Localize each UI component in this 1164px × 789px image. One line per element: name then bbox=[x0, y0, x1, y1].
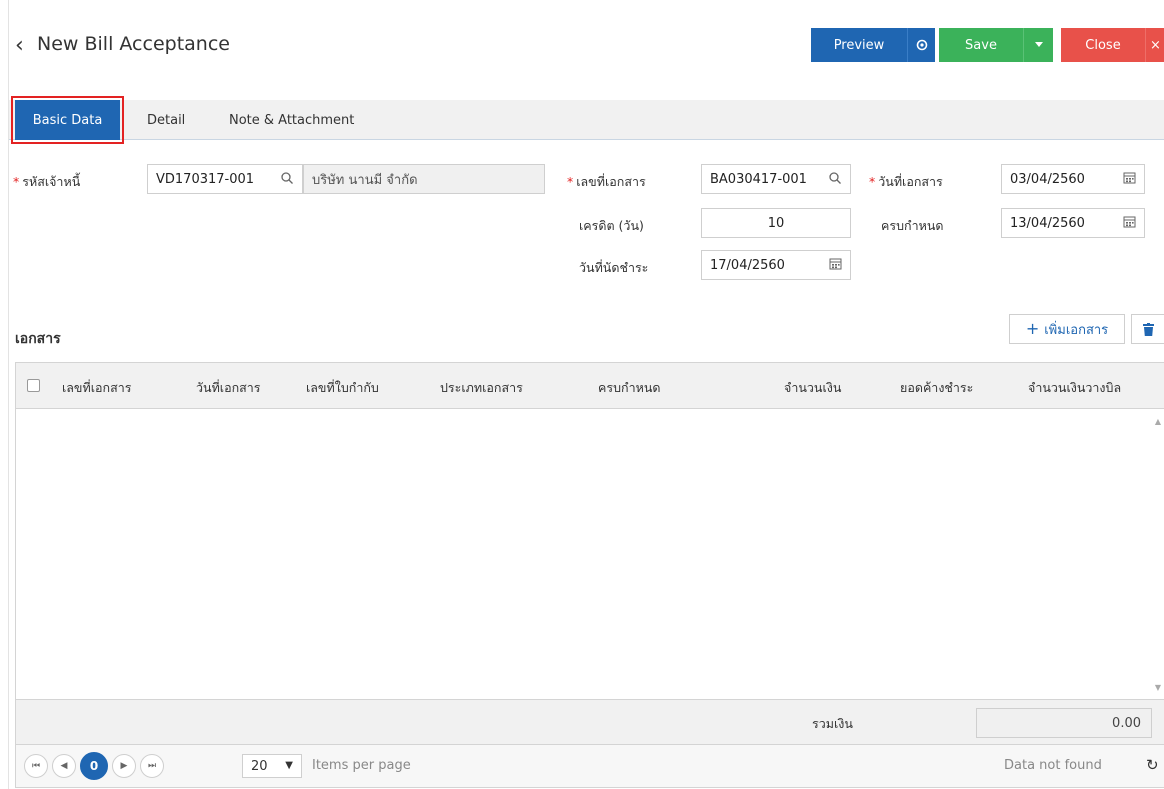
due-date-field[interactable]: 13/04/2560 bbox=[1001, 208, 1145, 238]
calendar-icon[interactable] bbox=[829, 257, 842, 270]
total-label: รวมเงิน bbox=[812, 716, 853, 731]
grid-total-row: รวมเงิน 0.00 bbox=[16, 699, 1164, 745]
doc-no-field[interactable]: BA030417-001 bbox=[701, 164, 851, 194]
scroll-down-arrow-icon[interactable]: ▼ bbox=[1155, 683, 1161, 692]
col-header-billing-amount[interactable]: จำนวนเงินวางบิล bbox=[1028, 378, 1121, 398]
select-all-checkbox[interactable] bbox=[27, 379, 40, 392]
col-header-amount[interactable]: จำนวนเงิน bbox=[784, 378, 841, 398]
preview-button-label: Preview bbox=[833, 37, 885, 53]
doc-no-label: * เลขที่เอกสาร bbox=[567, 174, 646, 189]
creditor-code-field[interactable]: VD170317-001 bbox=[147, 164, 303, 194]
close-button[interactable]: Close bbox=[1061, 28, 1145, 62]
current-page-number: 0 bbox=[89, 759, 99, 773]
refresh-icon[interactable]: ↻ bbox=[1146, 756, 1159, 774]
items-per-page-label: Items per page bbox=[312, 758, 411, 773]
due-date-label: ครบกำหนด bbox=[881, 218, 944, 233]
total-amount-value: 0.00 bbox=[1112, 715, 1141, 731]
col-header-tax-invoice-no[interactable]: เลขที่ใบกำกับ bbox=[306, 378, 379, 398]
payment-date-field[interactable]: 17/04/2560 bbox=[701, 250, 851, 280]
grid-pager: ⏮ ◀ 0 ▶ ⏭ 20 ▼ Items per page Data not f… bbox=[16, 745, 1164, 787]
add-document-button[interactable]: + เพิ่มเอกสาร bbox=[1009, 314, 1125, 344]
save-dropdown-button[interactable] bbox=[1023, 28, 1053, 62]
grid-scrollbar[interactable] bbox=[1150, 409, 1164, 699]
documents-section-title: เอกสาร bbox=[15, 331, 61, 347]
close-x-button[interactable]: × bbox=[1145, 28, 1164, 62]
tab-highlight-frame bbox=[11, 96, 124, 144]
caret-down-icon: ▼ bbox=[285, 760, 293, 771]
tab-detail[interactable]: Detail bbox=[147, 100, 185, 140]
col-header-outstanding[interactable]: ยอดค้างชำระ bbox=[900, 378, 973, 398]
doc-date-label: * วันที่เอกสาร bbox=[869, 174, 943, 189]
search-icon[interactable] bbox=[280, 171, 294, 185]
prev-page-icon: ◀ bbox=[60, 761, 68, 771]
doc-no-value: BA030417-001 bbox=[710, 171, 807, 187]
back-chevron-icon[interactable]: ‹ bbox=[15, 35, 24, 57]
grid-header: เลขที่เอกสาร วันที่เอกสาร เลขที่ใบกำกับ … bbox=[16, 363, 1164, 409]
creditor-name-value: บริษัท นานมี จำกัด bbox=[312, 172, 418, 188]
first-page-button[interactable]: ⏮ bbox=[24, 754, 48, 778]
page-size-select[interactable]: 20 ▼ bbox=[242, 754, 302, 778]
next-page-button[interactable]: ▶ bbox=[112, 754, 136, 778]
page-header: ‹ New Bill Acceptance Preview Save Close… bbox=[9, 0, 1164, 92]
tab-bar: Detail Note & Attachment bbox=[9, 100, 1164, 140]
page-title: New Bill Acceptance bbox=[37, 33, 230, 55]
save-button[interactable]: Save bbox=[939, 28, 1023, 62]
page-size-value: 20 bbox=[251, 758, 268, 774]
prev-page-button[interactable]: ◀ bbox=[52, 754, 76, 778]
last-page-icon: ⏭ bbox=[147, 761, 157, 771]
delete-document-button[interactable] bbox=[1131, 314, 1164, 344]
calendar-icon[interactable] bbox=[1123, 171, 1136, 184]
creditor-code-label: * รหัสเจ้าหนี้ bbox=[13, 174, 81, 189]
credit-days-value: 10 bbox=[767, 215, 785, 231]
documents-grid: เลขที่เอกสาร วันที่เอกสาร เลขที่ใบกำกับ … bbox=[15, 362, 1164, 788]
payment-date-label: วันที่นัดชำระ bbox=[579, 260, 649, 275]
first-page-icon: ⏮ bbox=[31, 761, 41, 771]
save-button-label: Save bbox=[965, 37, 997, 53]
payment-date-value: 17/04/2560 bbox=[710, 257, 785, 273]
page: ‹ New Bill Acceptance Preview Save Close… bbox=[8, 0, 1164, 789]
preview-eye-button[interactable] bbox=[907, 28, 935, 62]
due-date-value: 13/04/2560 bbox=[1010, 215, 1085, 231]
doc-date-field[interactable]: 03/04/2560 bbox=[1001, 164, 1145, 194]
col-header-doc-no[interactable]: เลขที่เอกสาร bbox=[62, 378, 131, 398]
eye-icon bbox=[916, 39, 927, 51]
search-icon[interactable] bbox=[828, 171, 842, 185]
credit-days-label: เครดิต (วัน) bbox=[579, 218, 644, 233]
scroll-up-arrow-icon[interactable]: ▲ bbox=[1155, 417, 1161, 426]
creditor-code-value: VD170317-001 bbox=[156, 171, 255, 187]
tab-note-attachment[interactable]: Note & Attachment bbox=[229, 100, 354, 140]
credit-days-field[interactable]: 10 bbox=[701, 208, 851, 238]
col-header-doc-date[interactable]: วันที่เอกสาร bbox=[196, 378, 261, 398]
doc-date-value: 03/04/2560 bbox=[1010, 171, 1085, 187]
creditor-name-field: บริษัท นานมี จำกัด bbox=[303, 164, 545, 194]
add-document-label: เพิ่มเอกสาร bbox=[1044, 322, 1109, 338]
total-amount-field: 0.00 bbox=[976, 708, 1152, 738]
last-page-button[interactable]: ⏭ bbox=[140, 754, 164, 778]
trash-icon bbox=[1142, 322, 1154, 336]
data-status-text: Data not found bbox=[1004, 758, 1102, 773]
col-header-doc-type[interactable]: ประเภทเอกสาร bbox=[440, 378, 523, 398]
plus-icon: + bbox=[1025, 319, 1040, 338]
next-page-icon: ▶ bbox=[120, 761, 128, 771]
close-icon: × bbox=[1150, 37, 1161, 53]
calendar-icon[interactable] bbox=[1123, 215, 1136, 228]
preview-button[interactable]: Preview bbox=[811, 28, 907, 62]
caret-down-icon bbox=[1034, 42, 1043, 47]
current-page-button[interactable]: 0 bbox=[80, 752, 108, 780]
close-button-label: Close bbox=[1085, 37, 1121, 53]
col-header-due-date[interactable]: ครบกำหนด bbox=[598, 378, 661, 398]
